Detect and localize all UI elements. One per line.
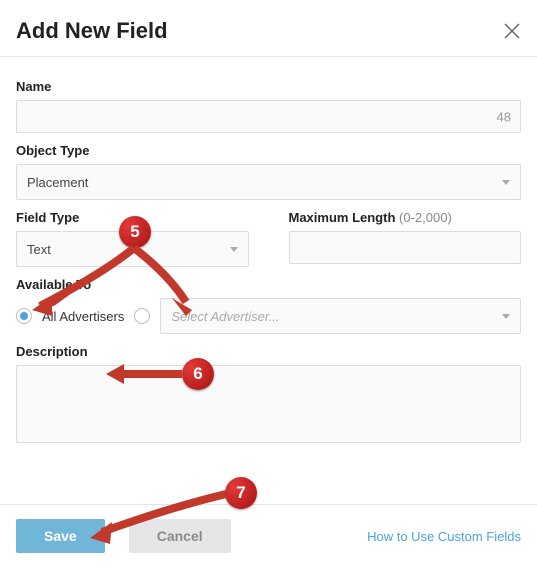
name-label: Name bbox=[16, 79, 521, 94]
modal-footer: Save Cancel How to Use Custom Fields bbox=[0, 504, 537, 567]
name-char-counter: 48 bbox=[497, 109, 511, 124]
help-link[interactable]: How to Use Custom Fields bbox=[367, 529, 521, 544]
radio-all-advertisers[interactable] bbox=[16, 308, 32, 324]
modal-header: Add New Field bbox=[0, 0, 537, 57]
max-length-label: Maximum Length (0-2,000) bbox=[289, 210, 522, 225]
field-type-label: Field Type bbox=[16, 210, 249, 225]
description-textarea[interactable] bbox=[16, 365, 521, 443]
available-to-label: Available To bbox=[16, 277, 521, 292]
modal-title: Add New Field bbox=[16, 18, 168, 44]
advertiser-select[interactable]: Select Advertiser... bbox=[160, 298, 521, 334]
chevron-down-icon bbox=[502, 314, 510, 319]
object-type-value: Placement bbox=[27, 175, 88, 190]
name-input[interactable] bbox=[16, 100, 521, 133]
radio-all-advertisers-label: All Advertisers bbox=[42, 309, 124, 324]
max-length-input[interactable] bbox=[289, 231, 522, 264]
advertiser-select-placeholder: Select Advertiser... bbox=[171, 309, 279, 324]
cancel-button[interactable]: Cancel bbox=[129, 519, 231, 553]
modal-body: Name 48 Object Type Placement Field Type… bbox=[0, 57, 537, 452]
add-field-modal: Add New Field Name 48 Object Type Placem… bbox=[0, 0, 537, 567]
field-type-value: Text bbox=[27, 242, 51, 257]
description-label: Description bbox=[16, 344, 521, 359]
object-type-label: Object Type bbox=[16, 143, 521, 158]
field-type-select[interactable]: Text bbox=[16, 231, 249, 267]
save-button[interactable]: Save bbox=[16, 519, 105, 553]
radio-select-advertiser[interactable] bbox=[134, 308, 150, 324]
chevron-down-icon bbox=[502, 180, 510, 185]
object-type-select[interactable]: Placement bbox=[16, 164, 521, 200]
close-icon[interactable] bbox=[503, 22, 521, 40]
chevron-down-icon bbox=[230, 247, 238, 252]
